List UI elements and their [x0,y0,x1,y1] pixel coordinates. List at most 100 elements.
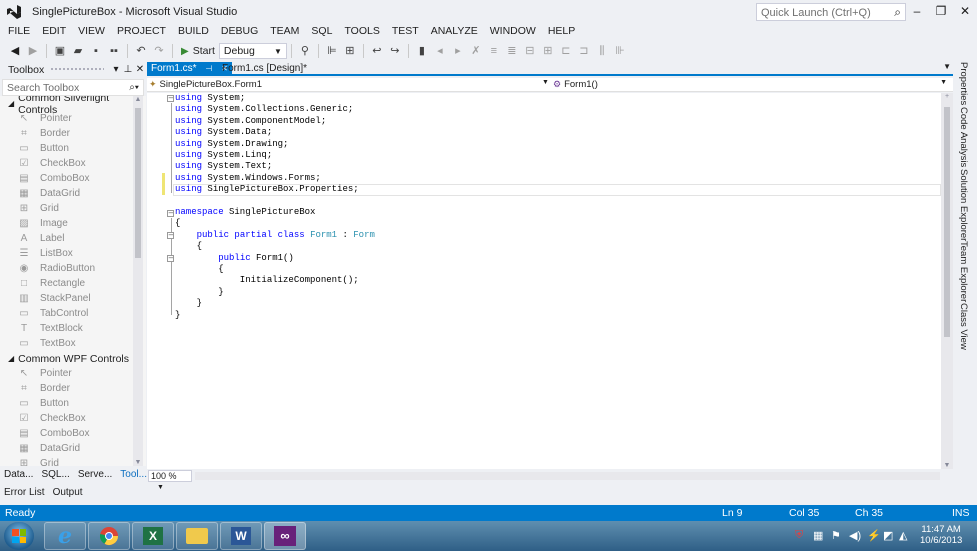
tab-server-explorer[interactable]: Serve... [74,467,116,483]
code-line[interactable]: } [175,310,180,321]
toolbox-scrollbar[interactable]: ▲ ▼ [133,96,143,466]
connection-icon[interactable]: ◩ [883,529,893,542]
wifi-icon[interactable]: ◭ [899,529,907,542]
collapse-region-icon[interactable]: − [167,232,174,239]
tab-output[interactable]: Output [49,485,87,501]
toolbox-item[interactable]: ☑ CheckBox [0,156,146,171]
start-debugging-button[interactable]: ▶ Start [177,45,219,57]
toolbox-item[interactable]: ⊞ Grid [0,201,146,216]
toolbox-search-input[interactable]: Search Toolbox ⌕▾ [2,79,144,96]
toolbox-item[interactable]: ⌗ Border [0,381,146,396]
toolbox-item[interactable]: A Label [0,231,146,246]
tab-sql-server[interactable]: SQL... [37,467,73,483]
network-icon[interactable]: ▦ [813,529,823,542]
code-line[interactable]: using SinglePictureBox.Properties; [175,184,359,195]
menu-team[interactable]: TEAM [264,24,305,40]
tab-list-dropdown-icon[interactable]: ▼ [943,62,951,71]
side-tab-code-analysis[interactable]: Code Analysis [958,107,969,167]
tab-form1-design[interactable]: Form1.cs [Design]* [218,62,311,75]
toolbox-item[interactable]: ▦ DataGrid [0,441,146,456]
toolbox-group-silverlight[interactable]: ◢ Common Silverlight Controls [0,96,146,116]
code-line[interactable]: } [175,298,202,309]
toolbox-item[interactable]: □ Rectangle [0,276,146,291]
windows-start-button[interactable] [4,522,34,550]
code-line[interactable]: { [175,264,223,275]
taskbar-excel[interactable]: X [132,522,174,550]
side-tab-team-explorer[interactable]: Team Explorer [958,241,969,302]
step-over-icon[interactable]: ↪ [388,43,402,59]
menu-help[interactable]: HELP [542,24,581,40]
toolbox-item[interactable]: ▤ ComboBox [0,171,146,186]
bookmark-icon[interactable]: ▮ [415,43,429,59]
panel-options-icon[interactable]: ▾ [110,64,122,75]
save-all-icon[interactable]: ▪▪ [107,43,121,59]
close-panel-icon[interactable]: ✕ [134,64,146,75]
save-icon[interactable]: ▪ [89,43,103,59]
menu-window[interactable]: WINDOW [484,24,542,40]
class-selector[interactable]: ✦ SinglePictureBox.Form1 [149,78,549,91]
toolbox-item[interactable]: ☰ ListBox [0,246,146,261]
redo-icon[interactable]: ↷ [152,43,166,59]
toolbox-item[interactable]: ▭ Button [0,141,146,156]
scroll-up-icon[interactable]: ▲ [133,96,143,103]
code-line[interactable]: using System.Windows.Forms; [175,173,321,184]
code-line[interactable]: using System.Data; [175,127,272,138]
toolbox-item[interactable]: ▤ ComboBox [0,426,146,441]
code-line[interactable]: { [175,241,202,252]
editor-horizontal-scrollbar[interactable] [195,472,940,480]
open-file-icon[interactable]: ▰ [71,43,85,59]
new-project-icon[interactable]: ▣ [53,43,67,59]
quick-launch-input[interactable]: Quick Launch (Ctrl+Q) ⌕ [756,3,906,21]
menu-debug[interactable]: DEBUG [215,24,264,40]
code-line[interactable]: public partial class Form1 : Form [175,230,375,241]
shield-icon[interactable]: ⛨ [795,529,803,542]
system-clock[interactable]: 11:47 AM 10/6/2013 [920,524,962,546]
taskbar-chrome[interactable] [88,522,130,550]
taskbar-visual-studio[interactable]: ∞ [264,522,306,550]
code-line[interactable]: using System.Text; [175,161,272,172]
menu-sql[interactable]: SQL [305,24,338,40]
volume-icon[interactable]: ◀) [849,529,861,542]
scrollbar-thumb[interactable] [135,108,141,258]
pane-icon[interactable]: ⊞ [343,43,357,59]
side-tab-class-view[interactable]: Class View [958,303,969,350]
toolbox-item[interactable]: ☑ CheckBox [0,411,146,426]
toolbox-item[interactable]: ◉ RadioButton [0,261,146,276]
find-in-files-icon[interactable]: ⚲ [298,43,312,59]
step-back-icon[interactable]: ↩ [370,43,384,59]
align-left-icon[interactable]: ⊏ [559,43,573,59]
toolbox-item[interactable]: ▦ DataGrid [0,186,146,201]
collapse-region-icon[interactable]: − [167,95,174,102]
menu-tools[interactable]: TOOLS [338,24,385,40]
code-line[interactable]: public Form1() [175,253,294,264]
tab-toolbox[interactable]: Tool... [116,467,151,483]
tab-data-sources[interactable]: Data... [0,467,37,483]
pin-icon[interactable]: ⊣ [205,64,212,73]
chevron-down-icon[interactable]: ▼ [940,79,947,86]
editor-vertical-scrollbar[interactable]: + ▼ [941,93,953,469]
navigate-back-icon[interactable]: ◀ [8,43,22,59]
restore-button[interactable]: ❐ [929,2,953,20]
toolbox-item[interactable]: ▭ TextBox [0,336,146,351]
solution-configuration-select[interactable]: Debug ▼ [218,43,287,59]
grid-layout-icon[interactable]: ⊞ [541,43,555,59]
toolbox-item[interactable]: ↖ Pointer [0,366,146,381]
side-tab-properties[interactable]: Properties [958,62,969,105]
menu-edit[interactable]: EDIT [36,24,72,40]
taskbar-file-explorer[interactable] [176,522,218,550]
zoom-select[interactable]: 100 % ▼ [148,470,192,491]
collapse-region-icon[interactable]: − [167,255,174,262]
next-bookmark-icon[interactable]: ▸ [451,43,465,59]
spacing-icon[interactable]: ⫼ [595,43,609,59]
code-line[interactable]: { [175,218,180,229]
align-icon[interactable]: ⊫ [325,43,339,59]
toolbox-group-wpf[interactable]: ◢ Common WPF Controls [0,351,146,366]
menu-file[interactable]: FILE [0,24,36,40]
collapse-region-icon[interactable]: − [167,210,174,217]
taskbar-word[interactable]: W [220,522,262,550]
power-icon[interactable]: ⚡ [867,529,881,542]
toolbox-item[interactable]: ▨ Image [0,216,146,231]
code-line[interactable]: using System.Collections.Generic; [175,104,353,115]
minimize-button[interactable]: – [905,2,929,20]
member-selector[interactable]: ⚙ Form1() [553,78,943,91]
